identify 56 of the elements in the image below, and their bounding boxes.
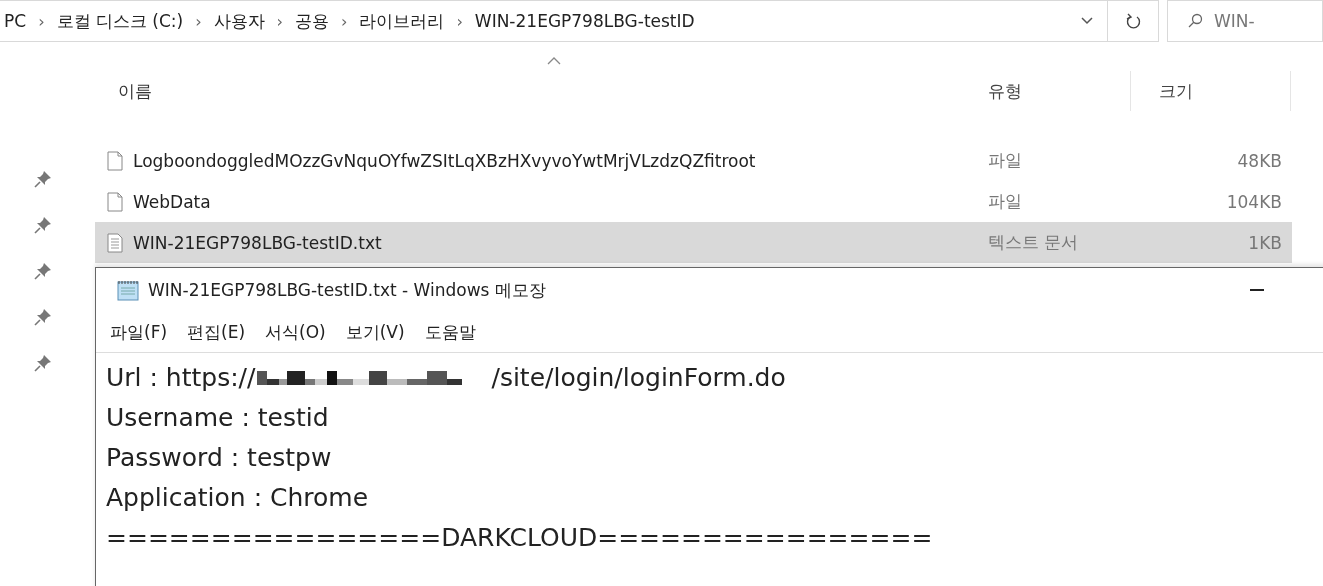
search-field[interactable]: WIN-	[1167, 0, 1323, 42]
menu-item[interactable]: 파일(F)	[110, 320, 168, 344]
file-icon	[107, 191, 123, 212]
pin-icon	[33, 170, 52, 188]
minimize-icon	[1250, 289, 1264, 291]
pin-icon	[33, 354, 52, 372]
text-line: Url : https://	[106, 362, 256, 392]
breadcrumb-item[interactable]: WIN-21EGP798LBG-testID	[474, 11, 695, 31]
pin-icon	[33, 262, 52, 280]
refresh-button[interactable]	[1107, 0, 1159, 42]
refresh-icon	[1125, 12, 1141, 30]
text-line: ================DARKCLOUD================	[106, 522, 933, 552]
chevron-icon: ›	[195, 11, 202, 31]
text-file-icon	[107, 232, 123, 253]
file-type: 텍스트 문서	[988, 232, 1079, 252]
file-type: 파일	[988, 191, 1022, 211]
file-icon	[107, 150, 123, 171]
text-line: Password : testpw	[106, 442, 332, 472]
chevron-icon: ›	[276, 11, 283, 31]
file-size: 48KB	[1237, 150, 1282, 171]
chevron-icon: ›	[38, 11, 45, 31]
menu-item[interactable]: 도움말	[424, 320, 476, 344]
menu-item[interactable]: 편집(E)	[187, 320, 246, 344]
text-editor[interactable]: Url : https:// /site/login/loginForm.do Username : testid Password : testpw Application : Chrome ================DARKCLOUD================	[96, 353, 1323, 557]
column-header[interactable]: 크기	[1159, 79, 1193, 103]
search-icon	[1188, 13, 1204, 29]
file-row[interactable]: WIN-21EGP798LBG-testID.txt 텍스트 문서 1KB	[95, 222, 1292, 263]
breadcrumb-item[interactable]: 라이브러리	[359, 9, 445, 33]
pin-icon	[33, 216, 52, 234]
file-type: 파일	[988, 150, 1022, 170]
breadcrumb-item[interactable]: PC	[4, 11, 27, 31]
file-row[interactable]: LogboondoggledMOzzGvNquOYfwZSItLqXBzHXvyvoYwtMrjVLzdzQZfitroot 파일 48KB	[95, 140, 1292, 181]
file-name: WebData	[133, 191, 211, 212]
text-line: Application : Chrome	[106, 482, 369, 512]
file-name: LogboondoggledMOzzGvNquOYfwZSItLqXBzHXvyvoYwtMrjVLzdzQZfitroot	[133, 150, 756, 171]
breadcrumb-item[interactable]: 공용	[295, 9, 329, 33]
file-size: 104KB	[1226, 191, 1282, 212]
caret-icon	[1081, 17, 1093, 25]
text-line: /site/login/loginForm.do	[491, 362, 786, 392]
menu-item[interactable]: 보기(V)	[345, 320, 405, 344]
chevron-icon: ›	[456, 11, 463, 31]
dropdown-button[interactable]	[1081, 17, 1093, 25]
window-title: WIN-21EGP798LBG-testID.txt - Windows 메모장	[148, 278, 546, 302]
text-line: Username : testid	[106, 402, 329, 432]
breadcrumb-item[interactable]: 사용자	[213, 9, 265, 33]
address-field[interactable]: PC › 로컬 디스크 (C:) › 사용자 › 공용 › 라이브러리 › WIN-21EGP798LBG-testID	[0, 0, 1108, 42]
breadcrumb-item[interactable]: 로컬 디스크 (C:)	[56, 9, 184, 33]
file-size: 1KB	[1248, 232, 1282, 253]
column-header[interactable]: 유형	[988, 79, 1022, 103]
file-name: WIN-21EGP798LBG-testID.txt	[133, 232, 382, 253]
chevron-icon: ›	[341, 11, 348, 31]
pin-icon	[33, 308, 52, 326]
notepad-icon	[116, 279, 140, 301]
menu-item[interactable]: 서식(O)	[265, 320, 326, 344]
column-header[interactable]: 이름	[118, 79, 152, 103]
file-row[interactable]: WebData 파일 104KB	[95, 181, 1292, 222]
